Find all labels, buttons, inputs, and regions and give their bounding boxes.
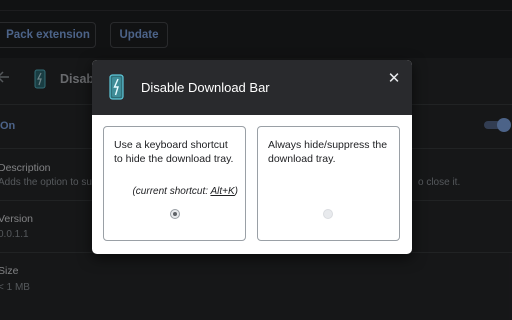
radio-always-hide[interactable]	[323, 209, 333, 219]
current-shortcut-note: (current shortcut: Alt+K)	[114, 186, 238, 197]
radio-keyboard-shortcut[interactable]	[170, 209, 180, 219]
option-description: Use a keyboard shortcut to hide the down…	[114, 139, 234, 165]
shortcut-note-suffix: )	[234, 186, 238, 197]
option-card-always-hide[interactable]: Always hide/suppress the download tray.	[257, 126, 400, 241]
download-bar-extension-icon	[109, 74, 124, 100]
options-dialog: Disable Download Bar ✕ Use a keyboard sh…	[92, 60, 412, 254]
close-icon[interactable]: ✕	[386, 70, 402, 86]
dialog-header: Disable Download Bar ✕	[92, 60, 412, 115]
shortcut-key-link[interactable]: Alt+K	[210, 186, 234, 197]
option-card-keyboard-shortcut[interactable]: Use a keyboard shortcut to hide the down…	[103, 126, 246, 241]
dialog-title: Disable Download Bar	[141, 80, 270, 95]
option-description: Always hide/suppress the download tray.	[268, 139, 388, 165]
shortcut-note-prefix: (current shortcut:	[132, 186, 211, 197]
